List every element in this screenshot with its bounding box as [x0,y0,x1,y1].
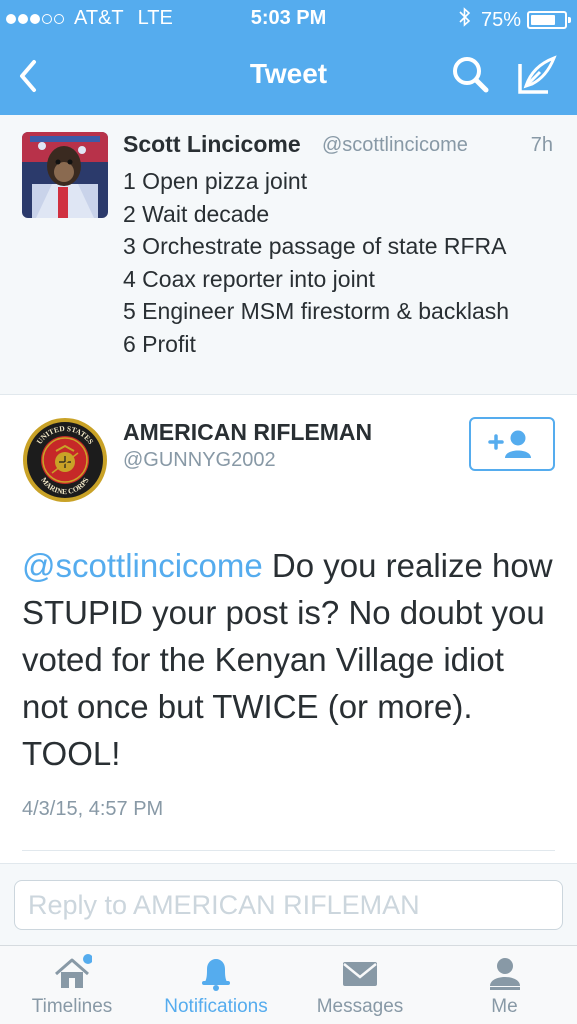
tweet-text: @scottlincicome Do you realize how STUPI… [22,542,557,777]
status-right: 75% [459,7,571,33]
battery-icon [527,11,571,29]
battery-percent: 75% [480,8,521,31]
author-handle[interactable]: @GUNNYG2002 [123,449,276,472]
quoted-author-handle[interactable]: @scottlincicome [322,134,468,157]
compose-button[interactable] [514,52,560,98]
battery-fill [531,15,555,25]
mention-link[interactable]: @scottlincicome [22,547,263,584]
marine-corps-seal-icon: UNITED STATES MARINE CORPS [23,418,107,502]
divider [22,850,555,851]
tab-notifications[interactable]: Notifications [144,946,288,1024]
tweet-line: 6 Profit [123,330,196,357]
tab-label: Timelines [31,996,113,1017]
tab-label: Messages [316,996,404,1017]
top-bar: AT&T LTE 5:03 PM 75% Tweet [0,0,577,115]
bell-icon [202,959,230,991]
tab-label: Notifications [164,996,268,1017]
avatar[interactable] [22,132,108,218]
tab-me[interactable]: Me [432,946,577,1024]
tab-label: Me [491,996,518,1017]
quoted-author-name[interactable]: Scott Lincicome [123,131,301,158]
nav-bar: Tweet [0,38,577,115]
envelope-icon [343,962,377,986]
tab-timelines[interactable]: Timelines [0,946,144,1024]
home-icon [55,954,92,988]
tab-messages[interactable]: Messages [288,946,432,1024]
compose-icon [518,55,557,94]
follow-button[interactable] [469,417,555,471]
bluetooth-icon [459,7,471,33]
tweet-line: 3 Orchestrate passage of state RFRA [123,233,507,259]
tweet-date: 4/3/15, 4:57 PM [22,798,164,820]
tweet-line: 2 Wait decade [123,200,270,227]
avatar[interactable]: UNITED STATES MARINE CORPS [22,417,108,503]
tab-bar: Timelines Notifications Messages Me [0,945,577,1024]
quoted-tweet[interactable]: Scott Lincicome @scottlincicome 7h 1 Ope… [0,115,577,395]
reply-input[interactable] [14,880,563,930]
person-icon [489,958,520,990]
quoted-tweet-text: 1 Open pizza joint 2 Wait decade 3 Orche… [123,165,509,360]
add-user-icon [488,430,531,458]
search-icon [453,57,489,93]
unread-dot [83,954,92,964]
main-tweet: UNITED STATES MARINE CORPS AMERICAN RIFL… [0,395,577,863]
reply-bar [0,863,577,945]
author-name[interactable]: AMERICAN RIFLEMAN [123,419,372,446]
tweet-line: 4 Coax reporter into joint [123,265,375,292]
tweet-line: 5 Engineer MSM firestorm & backlash [123,298,510,324]
status-bar: AT&T LTE 5:03 PM 75% [0,0,577,38]
avatar-image [22,132,108,218]
quoted-timestamp: 7h [530,134,553,156]
tweet-line: 1 Open pizza joint [123,168,308,194]
search-button[interactable] [448,52,494,98]
